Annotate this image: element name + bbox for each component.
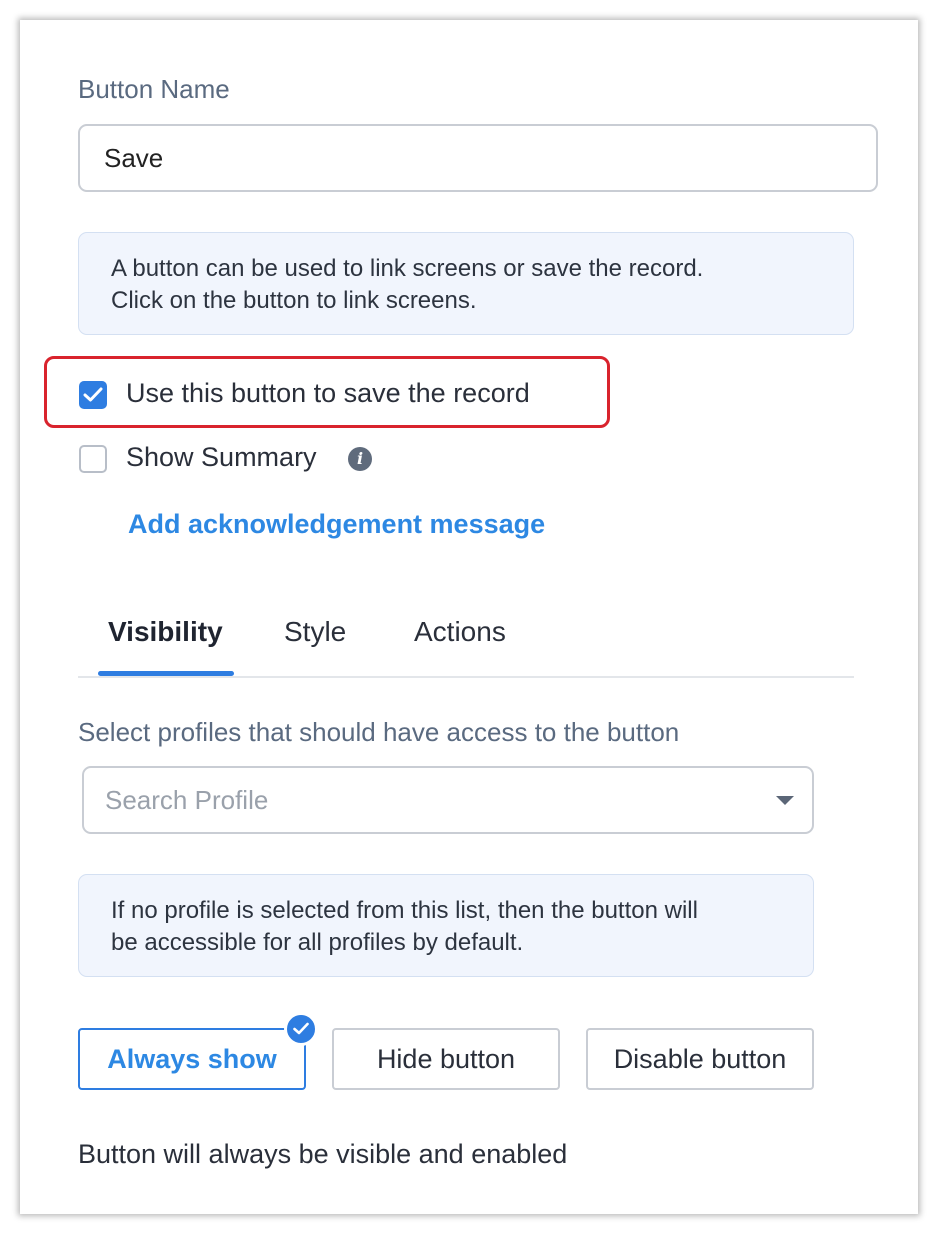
tab-style[interactable]: Style bbox=[284, 616, 346, 648]
checkmark-icon bbox=[293, 1022, 309, 1035]
button-settings-panel: Button Name Save A button can be used to… bbox=[20, 20, 918, 1214]
link-info-line1: A button can be used to link screens or … bbox=[111, 255, 704, 282]
tab-actions[interactable]: Actions bbox=[414, 616, 506, 648]
profile-info-line1: If no profile is selected from this list… bbox=[111, 897, 698, 924]
link-info-box: A button can be used to link screens or … bbox=[78, 232, 854, 335]
hide-button-option[interactable]: Hide button bbox=[332, 1028, 560, 1090]
save-record-checkbox[interactable] bbox=[79, 381, 107, 409]
button-name-label: Button Name bbox=[78, 74, 230, 104]
save-record-label[interactable]: Use this button to save the record bbox=[126, 378, 530, 409]
profile-access-label: Select profiles that should have access … bbox=[78, 717, 680, 747]
tab-visibility[interactable]: Visibility bbox=[108, 616, 223, 648]
tab-divider bbox=[78, 676, 854, 678]
search-profile-dropdown[interactable]: Search Profile bbox=[82, 766, 814, 834]
always-show-button[interactable]: Always show bbox=[78, 1028, 306, 1090]
search-profile-placeholder: Search Profile bbox=[105, 785, 269, 815]
disable-button-option[interactable]: Disable button bbox=[586, 1028, 814, 1090]
link-info-line2: Click on the button to link screens. bbox=[111, 287, 477, 314]
show-summary-label[interactable]: Show Summary bbox=[126, 442, 317, 473]
profile-info-line2: be accessible for all profiles by defaul… bbox=[111, 929, 524, 956]
add-acknowledgement-link[interactable]: Add acknowledgement message bbox=[128, 509, 545, 540]
selected-check-icon bbox=[284, 1012, 318, 1046]
checkmark-icon bbox=[83, 387, 103, 402]
profile-info-box: If no profile is selected from this list… bbox=[78, 874, 814, 977]
show-summary-checkbox[interactable] bbox=[79, 445, 107, 473]
info-icon[interactable]: i bbox=[348, 447, 372, 471]
active-tab-indicator bbox=[98, 671, 234, 676]
button-name-input[interactable]: Save bbox=[78, 124, 878, 192]
visibility-description: Button will always be visible and enable… bbox=[78, 1139, 568, 1169]
chevron-down-icon bbox=[776, 796, 794, 805]
